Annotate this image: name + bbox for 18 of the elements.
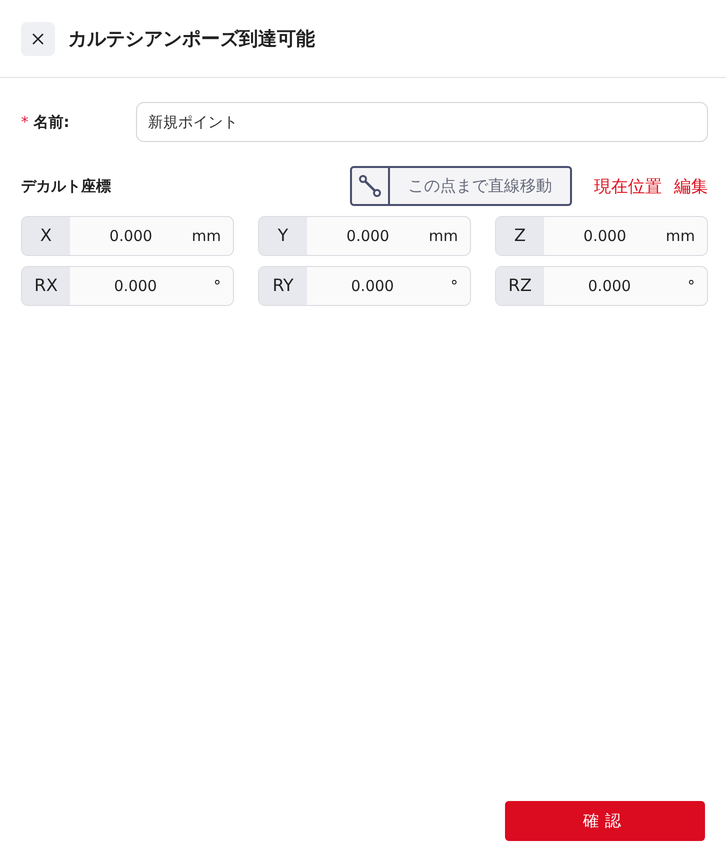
coordinate-field[interactable]: Y 0.000 mm [258, 216, 471, 256]
name-field[interactable]: 新規ポイント [136, 102, 708, 142]
confirm-button[interactable]: 確認 [505, 801, 705, 841]
required-mark: * [21, 113, 28, 131]
close-button[interactable] [21, 22, 55, 56]
coordinate-field[interactable]: RX 0.000 ° [21, 266, 234, 306]
dialog-title: カルテシアンポーズ到達可能 [68, 26, 315, 52]
name-label: 名前: [34, 112, 70, 132]
action-link[interactable]: 現在位置 [594, 174, 662, 198]
section-title: デカルト座標 [21, 176, 111, 196]
coordinate-field[interactable]: X 0.000 mm [21, 216, 234, 256]
coordinate-field[interactable]: RZ 0.000 ° [495, 266, 708, 306]
coordinate-field[interactable]: Z 0.000 mm [495, 216, 708, 256]
close-icon [32, 32, 44, 44]
move-linear-button[interactable]: この点まで直線移動 [350, 166, 572, 206]
path-icon [358, 174, 382, 198]
coordinate-field[interactable]: RY 0.000 ° [258, 266, 471, 306]
action-link[interactable]: 編集 [674, 174, 708, 198]
